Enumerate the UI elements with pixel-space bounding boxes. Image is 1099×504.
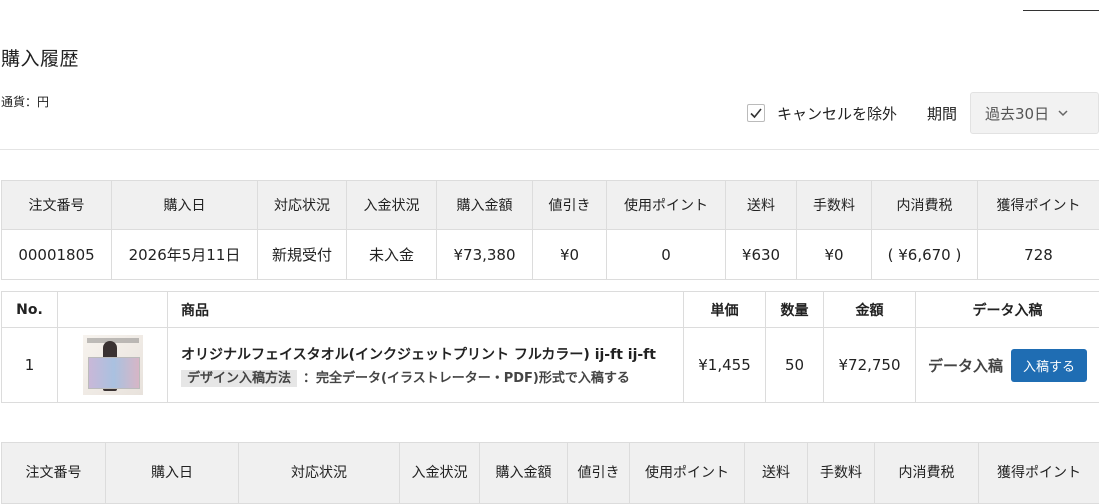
product-name[interactable]: オリジナルフェイスタオル(インクジェットプリント フルカラー) ij-ft ij…: [181, 344, 683, 364]
header-shipping: 送料: [726, 181, 797, 230]
period-select-value: 過去30日: [985, 103, 1049, 124]
items-header-row: No. 商品 単価 数量 金額 データ入稿: [2, 292, 1099, 328]
header-points-earned: 獲得ポイント: [978, 181, 1099, 230]
top-divider: [1023, 10, 1099, 11]
exclude-cancel-checkbox[interactable]: [747, 104, 765, 122]
header2-purchase-amount: 購入金額: [480, 443, 568, 504]
item-thumbnail-cell: [58, 328, 168, 403]
item-data-submit-cell: データ入稿入稿する: [916, 328, 1099, 403]
chevron-down-icon: [1057, 107, 1069, 119]
purchase-amount: ¥73,380: [437, 230, 533, 280]
section-divider: [0, 149, 1099, 150]
header2-purchase-date: 購入日: [106, 443, 239, 504]
header2-status: 対応状況: [239, 443, 400, 504]
header2-points-used: 使用ポイント: [630, 443, 745, 504]
header2-shipping: 送料: [745, 443, 808, 504]
period-label: 期間: [927, 103, 957, 124]
header2-points-earned: 獲得ポイント: [979, 443, 1099, 504]
item-quantity: 50: [766, 328, 824, 403]
data-submit-label: データ入稿: [928, 357, 1003, 375]
header-purchase-date: 購入日: [112, 181, 258, 230]
exclude-cancel-toggle[interactable]: キャンセルを除外: [747, 103, 897, 124]
header-status: 対応状況: [258, 181, 347, 230]
order-summary-table-2: 注文番号 購入日 対応状況 入金状況 購入金額 値引き 使用ポイント 送料 手数…: [1, 442, 1099, 504]
thumbnail-towel-shape: [88, 357, 140, 389]
order-items-table: No. 商品 単価 数量 金額 データ入稿 1 オリジナルフェイスタオル(インク…: [1, 291, 1099, 403]
purchase-date: 2026年5月11日: [112, 230, 258, 280]
discount: ¥0: [533, 230, 607, 280]
order-header-row: 注文番号 購入日 対応状況 入金状況 購入金額 値引き 使用ポイント 送料 手数…: [2, 181, 1099, 230]
order-status: 新規受付: [258, 230, 347, 280]
header-tax: 内消費税: [872, 181, 978, 230]
points-earned: 728: [978, 230, 1099, 280]
header-product: 商品: [168, 292, 684, 328]
item-product-cell: オリジナルフェイスタオル(インクジェットプリント フルカラー) ij-ft ij…: [168, 328, 684, 403]
header-quantity: 数量: [766, 292, 824, 328]
points-used: 0: [607, 230, 726, 280]
header-payment-status: 入金状況: [347, 181, 437, 230]
design-method-line: デザイン入稿方法 ：完全データ(イラストレーター・PDF)形式で入稿する: [181, 367, 683, 386]
header2-fee: 手数料: [808, 443, 875, 504]
design-method-text: ：完全データ(イラストレーター・PDF)形式で入稿する: [303, 371, 630, 386]
order-row: 00001805 2026年5月11日 新規受付 未入金 ¥73,380 ¥0 …: [2, 230, 1099, 280]
header-image: [58, 292, 168, 328]
item-amount: ¥72,750: [824, 328, 916, 403]
header2-payment-status: 入金状況: [400, 443, 480, 504]
design-method-badge: デザイン入稿方法: [181, 370, 297, 387]
handling-fee: ¥0: [797, 230, 872, 280]
header2-discount: 値引き: [568, 443, 630, 504]
period-select[interactable]: 過去30日: [970, 92, 1099, 134]
header2-order-number: 注文番号: [2, 443, 106, 504]
order2-header-row: 注文番号 購入日 対応状況 入金状況 購入金額 値引き 使用ポイント 送料 手数…: [2, 443, 1099, 504]
header2-tax: 内消費税: [875, 443, 979, 504]
order-number: 00001805: [2, 230, 112, 280]
checkmark-icon: [749, 106, 763, 120]
item-unit-price: ¥1,455: [684, 328, 766, 403]
product-thumbnail[interactable]: [83, 335, 143, 395]
exclude-cancel-label: キャンセルを除外: [777, 103, 897, 124]
header-no: No.: [2, 292, 58, 328]
shipping-fee: ¥630: [726, 230, 797, 280]
header-order-number: 注文番号: [2, 181, 112, 230]
item-no: 1: [2, 328, 58, 403]
header-fee: 手数料: [797, 181, 872, 230]
header-amount: 金額: [824, 292, 916, 328]
header-data-submit: データ入稿: [916, 292, 1099, 328]
header-unit-price: 単価: [684, 292, 766, 328]
submit-data-button[interactable]: 入稿する: [1011, 349, 1087, 382]
payment-status: 未入金: [347, 230, 437, 280]
order-summary-table: 注文番号 購入日 対応状況 入金状況 購入金額 値引き 使用ポイント 送料 手数…: [1, 180, 1099, 280]
header-purchase-amount: 購入金額: [437, 181, 533, 230]
page-title: 購入履歴: [1, 44, 79, 71]
filter-bar: キャンセルを除外 期間 過去30日: [747, 92, 1099, 134]
tax-included: ( ¥6,670 ): [872, 230, 978, 280]
item-row: 1 オリジナルフェイスタオル(インクジェットプリント フルカラー) ij-ft …: [2, 328, 1099, 403]
currency-label: 通貨：円: [1, 93, 49, 110]
header-discount: 値引き: [533, 181, 607, 230]
header-points-used: 使用ポイント: [607, 181, 726, 230]
